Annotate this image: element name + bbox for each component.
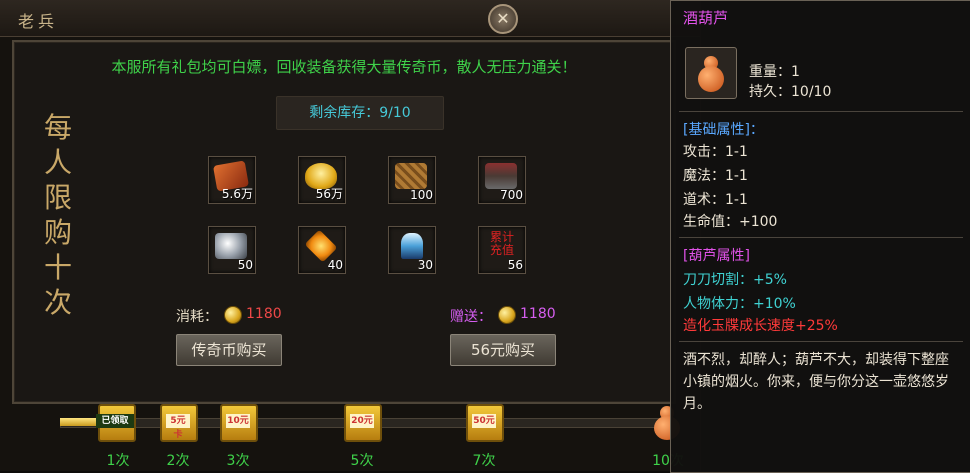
crystal-icon [401,233,423,259]
gift-value: 1180 [520,306,556,322]
milestone-tag: 50元 [472,414,496,428]
tooltip-weight: 重量：1 [749,64,800,80]
item-slot[interactable]: 50 [208,226,256,274]
item-count: 56 [507,258,523,272]
item-slot[interactable]: 累计充值 56 [478,226,526,274]
milestone-reward[interactable]: 已领取 [96,404,136,442]
scroll-icon [395,163,427,189]
purchase-limit-text: 每 人 限 购 十 次 [30,110,86,380]
item-slot[interactable]: 5.6万 [208,156,256,204]
milestone-reward[interactable]: 50元 [466,404,504,442]
server-notice: 本服所有礼包均可白嫖，回收装备获得大量传奇币，散人无压力通关！ [111,58,577,76]
tooltip-item-name: 酒葫芦 [683,9,729,27]
window-title: 老兵 [18,12,59,31]
limit-char: 次 [43,286,72,319]
milestone-tag: 已领取 [96,414,134,428]
milestone-tag: 20元 [350,414,374,428]
content-panel: 本服所有礼包均可白嫖，回收装备获得大量传奇币，散人无压力通关！ 每 人 限 购 … [12,40,676,404]
cost-label: 消耗： [176,309,218,325]
item-slot[interactable]: 700 [478,156,526,204]
attr-tao: 道术：1-1 [683,192,748,208]
milestone-label: 3次 [226,453,250,469]
limit-char: 十 [43,251,72,284]
close-icon: ✕ [496,9,510,28]
attr-hp: 生命值：+100 [683,214,778,230]
milestone-reward[interactable]: 10元 [220,404,258,442]
milestone-label: 7次 [472,453,496,469]
buy-with-coin-button[interactable]: 传奇币购买 [176,334,282,366]
milestone-reward[interactable]: 5元卡 [160,404,198,442]
milestone-reward[interactable]: 20元 [344,404,382,442]
item-slot[interactable]: 30 [388,226,436,274]
gourd-icon-body [698,66,724,92]
anvil-icon [485,163,517,189]
item-count: 30 [417,258,433,272]
divider [679,341,963,342]
item-count: 700 [500,188,523,202]
milestone-label: 5次 [350,453,374,469]
cost-value: 1180 [246,306,282,322]
title-bar: 老兵 ✕ [0,0,700,37]
buy-with-yuan-button[interactable]: 56元购买 [450,334,556,366]
item-count: 40 [327,258,343,272]
attr-growth: 造化玉牒成长速度+25% [683,318,838,334]
item-count: 56万 [315,187,343,201]
item-slot[interactable]: 40 [298,226,346,274]
tooltip-description: 酒不烈，却醉人；葫芦不大，却装得下整座小镇的烟火。你来，便与你分这一壶悠悠岁月。 [683,352,949,412]
ore-icon [215,233,247,259]
limit-char: 每 [43,111,72,144]
item-slot[interactable]: 56万 [298,156,346,204]
item-count: 100 [410,188,433,202]
shop-window: 老兵 ✕ 本服所有礼包均可白嫖，回收装备获得大量传奇币，散人无压力通关！ 每 人… [0,0,701,471]
attr-stamina: 人物体力：+10% [683,296,796,312]
stock-remaining: 剩余库存：9/10 [276,96,444,130]
limit-char: 购 [43,216,72,249]
item-count: 5.6万 [221,187,253,201]
recharge-icon: 累计充值 [489,230,514,257]
item-icon-frame [685,47,737,99]
tooltip-durability: 持久：10/10 [749,84,832,100]
item-tooltip: 酒葫芦 重量：1 持久：10/10 [基础属性]： 攻击：1-1 魔法：1-1 … [670,0,970,473]
item-count: 50 [237,258,253,272]
milestone-tag: 5元卡 [166,414,190,440]
divider [679,111,963,112]
limit-char: 限 [43,181,72,214]
limit-char: 人 [43,146,72,179]
coin-icon [498,306,516,324]
close-button[interactable]: ✕ [488,4,518,34]
gift-label: 赠送： [450,309,492,325]
attr-magic: 魔法：1-1 [683,168,748,184]
coin-icon [224,306,242,324]
base-attr-header: [基础属性]： [683,122,764,138]
milestone-label: 1次 [106,453,130,469]
item-slot[interactable]: 100 [388,156,436,204]
milestone-label: 2次 [166,453,190,469]
attr-cut: 刀刀切割：+5% [683,272,787,288]
milestone-tag: 10元 [226,414,250,428]
divider [679,237,963,238]
gourd-attr-header: [葫芦属性] [683,248,750,264]
attr-attack: 攻击：1-1 [683,144,748,160]
